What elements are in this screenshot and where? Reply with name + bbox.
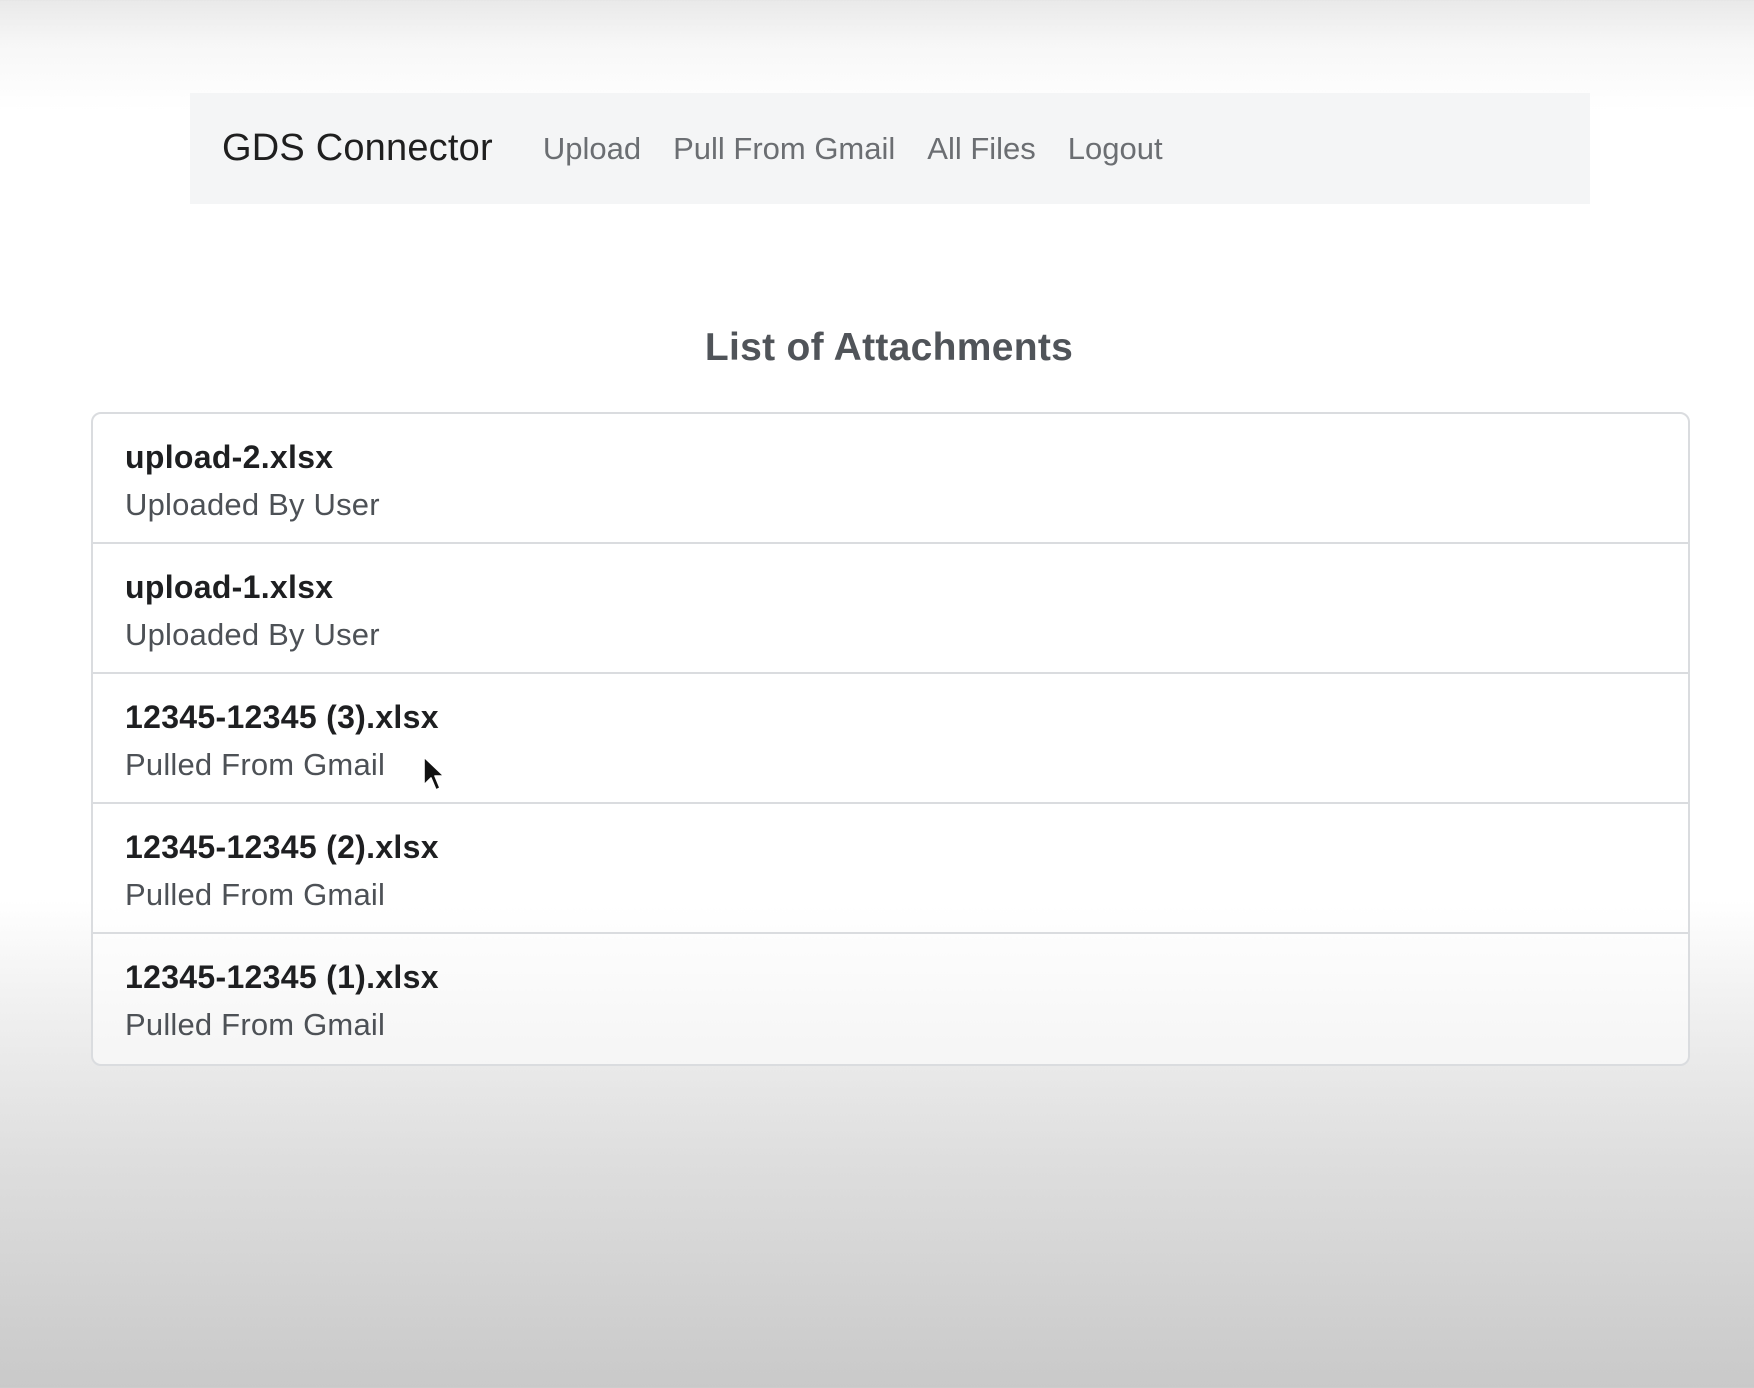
page-title: List of Attachments (0, 326, 1754, 370)
nav-link-logout[interactable]: Logout (1068, 131, 1163, 167)
file-name: upload-2.xlsx (125, 439, 334, 475)
brand-link[interactable]: GDS Connector (222, 127, 493, 170)
file-name: upload-1.xlsx (125, 569, 334, 605)
nav-link-pull-from-gmail[interactable]: Pull From Gmail (673, 131, 895, 167)
navbar: GDS Connector Upload Pull From Gmail All… (190, 93, 1590, 204)
file-source: Uploaded By User (125, 487, 380, 522)
nav-links: Upload Pull From Gmail All Files Logout (543, 131, 1163, 167)
file-source: Pulled From Gmail (125, 877, 386, 912)
list-item[interactable]: 12345-12345 (2).xlsx Pulled From Gmail (93, 804, 1688, 934)
file-name: 12345-12345 (3).xlsx (125, 699, 439, 735)
file-name: 12345-12345 (1).xlsx (125, 959, 439, 995)
file-source: Pulled From Gmail (125, 747, 386, 782)
attachments-list: upload-2.xlsx Uploaded By User upload-1.… (91, 412, 1690, 1066)
list-item[interactable]: upload-2.xlsx Uploaded By User (93, 414, 1688, 544)
nav-link-all-files[interactable]: All Files (927, 131, 1036, 167)
nav-link-upload[interactable]: Upload (543, 131, 641, 167)
file-source: Pulled From Gmail (125, 1007, 386, 1042)
list-item[interactable]: 12345-12345 (3).xlsx Pulled From Gmail (93, 674, 1688, 804)
file-source: Uploaded By User (125, 617, 380, 652)
file-name: 12345-12345 (2).xlsx (125, 829, 439, 865)
list-item[interactable]: 12345-12345 (1).xlsx Pulled From Gmail (93, 934, 1688, 1064)
list-item[interactable]: upload-1.xlsx Uploaded By User (93, 544, 1688, 674)
page-title-text: List of Attachments (704, 326, 1074, 369)
mouse-pointer-icon (423, 756, 445, 791)
